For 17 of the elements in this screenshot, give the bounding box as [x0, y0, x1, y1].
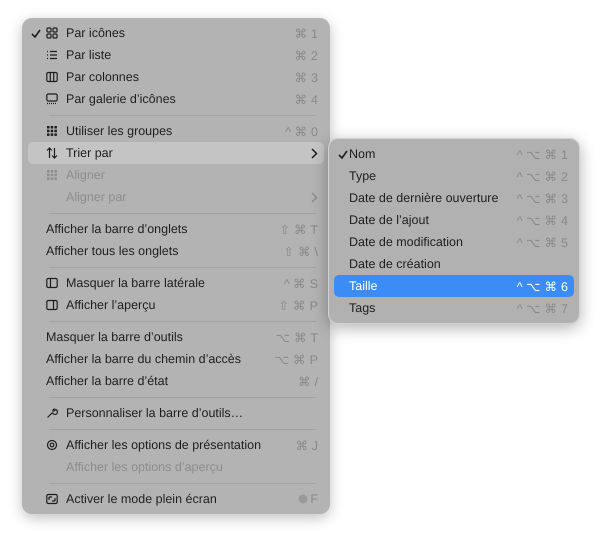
wrench-icon — [46, 407, 58, 419]
menu-item[interactable]: Afficher tous les onglets ⇧ ⌘ \ — [28, 240, 324, 262]
grid-icon — [46, 27, 58, 39]
gallery-icon — [46, 93, 58, 105]
dot-grid-icon — [46, 169, 58, 181]
menu-item[interactable]: Personnaliser la barre d’outils… — [28, 402, 324, 424]
preview-pane-icon — [46, 299, 58, 311]
menu-item[interactable]: Trier par — [28, 142, 324, 164]
columns-icon — [46, 71, 58, 83]
dot-grid-icon — [46, 125, 58, 137]
menu-item[interactable]: Afficher la barre d’état ⌘ / — [28, 370, 324, 392]
menu-item[interactable]: Date de création — [334, 253, 574, 275]
list-icon — [46, 49, 58, 61]
sidebar-icon — [46, 277, 58, 289]
fullscreen-icon — [46, 493, 58, 505]
settings-icon — [46, 439, 58, 451]
sort-arrows-icon — [46, 147, 58, 159]
